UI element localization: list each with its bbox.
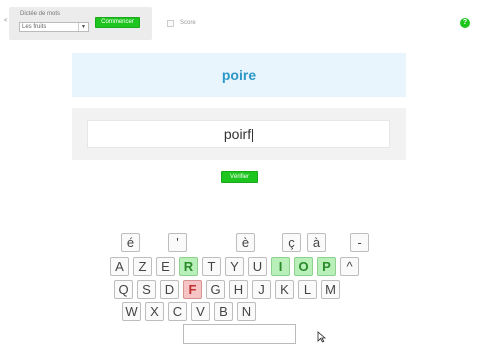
keyboard-key[interactable]: S: [137, 280, 156, 299]
keyboard-key[interactable]: X: [145, 302, 164, 321]
left-edge-mark: <: [4, 18, 8, 24]
keyboard-key[interactable]: C: [168, 302, 187, 321]
dictee-label: Dictée de mots: [20, 11, 61, 17]
mouse-cursor-icon: [317, 331, 326, 343]
keyboard-key[interactable]: R: [179, 257, 198, 276]
keyboard-key[interactable]: N: [237, 302, 256, 321]
keyboard-key[interactable]: U: [248, 257, 267, 276]
keyboard-key[interactable]: T: [202, 257, 221, 276]
answer-input[interactable]: poirf: [87, 120, 390, 148]
answer-panel: poirf: [72, 108, 406, 160]
keyboard-key[interactable]: I: [271, 257, 290, 276]
keyboard-key[interactable]: D: [160, 280, 179, 299]
keyboard-key[interactable]: E: [156, 257, 175, 276]
keyboard-key[interactable]: M: [321, 280, 340, 299]
keyboard-key[interactable]: ç: [282, 233, 301, 252]
help-icon[interactable]: ?: [460, 18, 470, 28]
keyboard-input[interactable]: [183, 324, 296, 344]
keyboard-key[interactable]: ': [168, 233, 187, 252]
text-caret: [252, 128, 254, 142]
keyboard-key[interactable]: -: [350, 233, 369, 252]
keyboard-key[interactable]: à: [307, 233, 326, 252]
word-panel: poire: [72, 53, 406, 97]
keyboard-key[interactable]: è: [236, 233, 255, 252]
keyboard-key[interactable]: W: [122, 302, 141, 321]
category-select-value: Les fruits: [22, 24, 47, 30]
keyboard-key[interactable]: P: [317, 257, 336, 276]
keyboard-key[interactable]: A: [110, 257, 129, 276]
dictee-panel: Dictée de mots Les fruits ▼ Commencer: [9, 7, 152, 40]
keyboard-key[interactable]: Q: [114, 280, 133, 299]
keyboard-key[interactable]: O: [294, 257, 313, 276]
answer-text: poirf: [223, 126, 252, 142]
chevron-down-icon[interactable]: ▼: [78, 23, 88, 31]
keyboard-key[interactable]: ^: [340, 257, 359, 276]
target-word: poire: [221, 67, 257, 83]
keyboard-key[interactable]: K: [275, 280, 294, 299]
keyboard-key[interactable]: G: [206, 280, 225, 299]
keyboard-key[interactable]: L: [298, 280, 317, 299]
keyboard-key[interactable]: J: [252, 280, 271, 299]
keyboard-key[interactable]: F: [183, 280, 202, 299]
category-select[interactable]: Les fruits ▼: [19, 22, 89, 32]
start-button[interactable]: Commencer: [95, 17, 140, 28]
keyboard-key[interactable]: B: [214, 302, 233, 321]
keyboard-key[interactable]: V: [191, 302, 210, 321]
score-label: Score: [180, 20, 196, 26]
keyboard-key[interactable]: é: [121, 233, 140, 252]
keyboard-key[interactable]: Y: [225, 257, 244, 276]
keyboard-key[interactable]: H: [229, 280, 248, 299]
keyboard-key[interactable]: Z: [133, 257, 152, 276]
score-checkbox[interactable]: [167, 20, 174, 27]
verify-button[interactable]: Vérifier: [221, 171, 258, 183]
